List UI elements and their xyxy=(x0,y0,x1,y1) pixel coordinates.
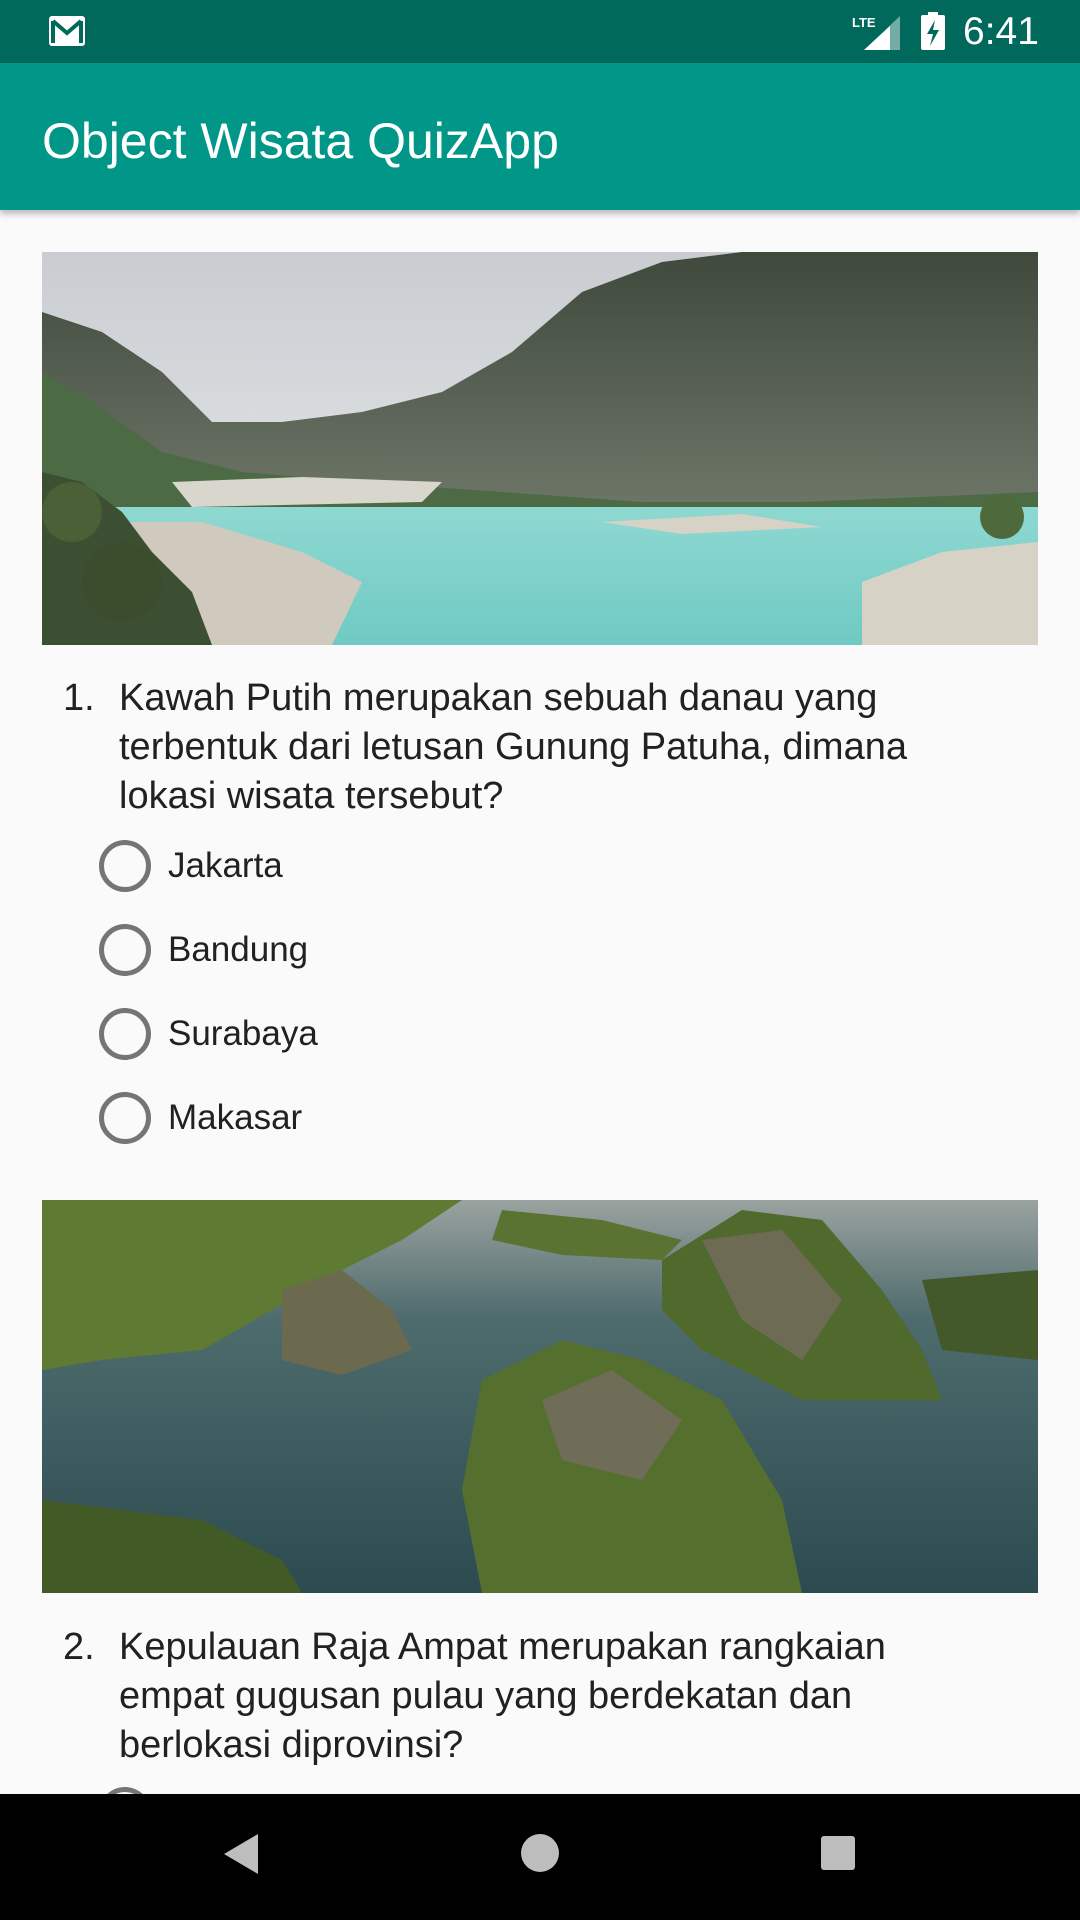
gmail-icon xyxy=(49,16,85,46)
option-label: Jakarta xyxy=(168,846,283,885)
app-bar: Object Wisata QuizApp xyxy=(0,63,1080,210)
back-icon[interactable] xyxy=(224,1834,258,1874)
option-label: Surabaya xyxy=(168,1014,318,1053)
question-2-image xyxy=(42,1200,1038,1593)
question-1-image xyxy=(42,252,1038,645)
option-label: Makasar xyxy=(168,1098,303,1137)
navigation-bar xyxy=(0,1794,1080,1920)
option-jakarta[interactable]: Jakarta xyxy=(99,835,699,895)
option-partial[interactable] xyxy=(99,1782,699,1794)
radio-button[interactable] xyxy=(99,840,151,892)
question-number: 2. xyxy=(63,1626,95,1668)
radio-button[interactable] xyxy=(99,1787,151,1794)
question-text: Kepulauan Raja Ampat merupakan rangkaian… xyxy=(119,1626,886,1766)
radio-button[interactable] xyxy=(99,1008,151,1060)
option-label: Bandung xyxy=(168,930,309,969)
lte-signal-icon: LTE xyxy=(852,15,900,50)
radio-button[interactable] xyxy=(99,1092,151,1144)
battery-charging-icon xyxy=(921,12,945,50)
home-icon[interactable] xyxy=(521,1834,559,1872)
option-surabaya[interactable]: Surabaya xyxy=(99,1003,699,1063)
question-text: Kawah Putih merupakan sebuah danau yang … xyxy=(119,677,907,817)
recents-icon[interactable] xyxy=(821,1836,855,1870)
status-bar: LTE 6:41 xyxy=(0,0,1080,63)
radio-button[interactable] xyxy=(99,924,151,976)
option-makasar[interactable]: Makasar xyxy=(99,1087,699,1147)
question-number: 1. xyxy=(63,677,95,719)
status-time: 6:41 xyxy=(963,10,1039,53)
quiz-scroll-view[interactable]: 1. Kawah Putih merupakan sebuah danau ya… xyxy=(0,210,1080,1794)
svg-text:LTE: LTE xyxy=(852,15,876,30)
option-bandung[interactable]: Bandung xyxy=(99,919,699,979)
app-title: Object Wisata QuizApp xyxy=(42,113,559,169)
